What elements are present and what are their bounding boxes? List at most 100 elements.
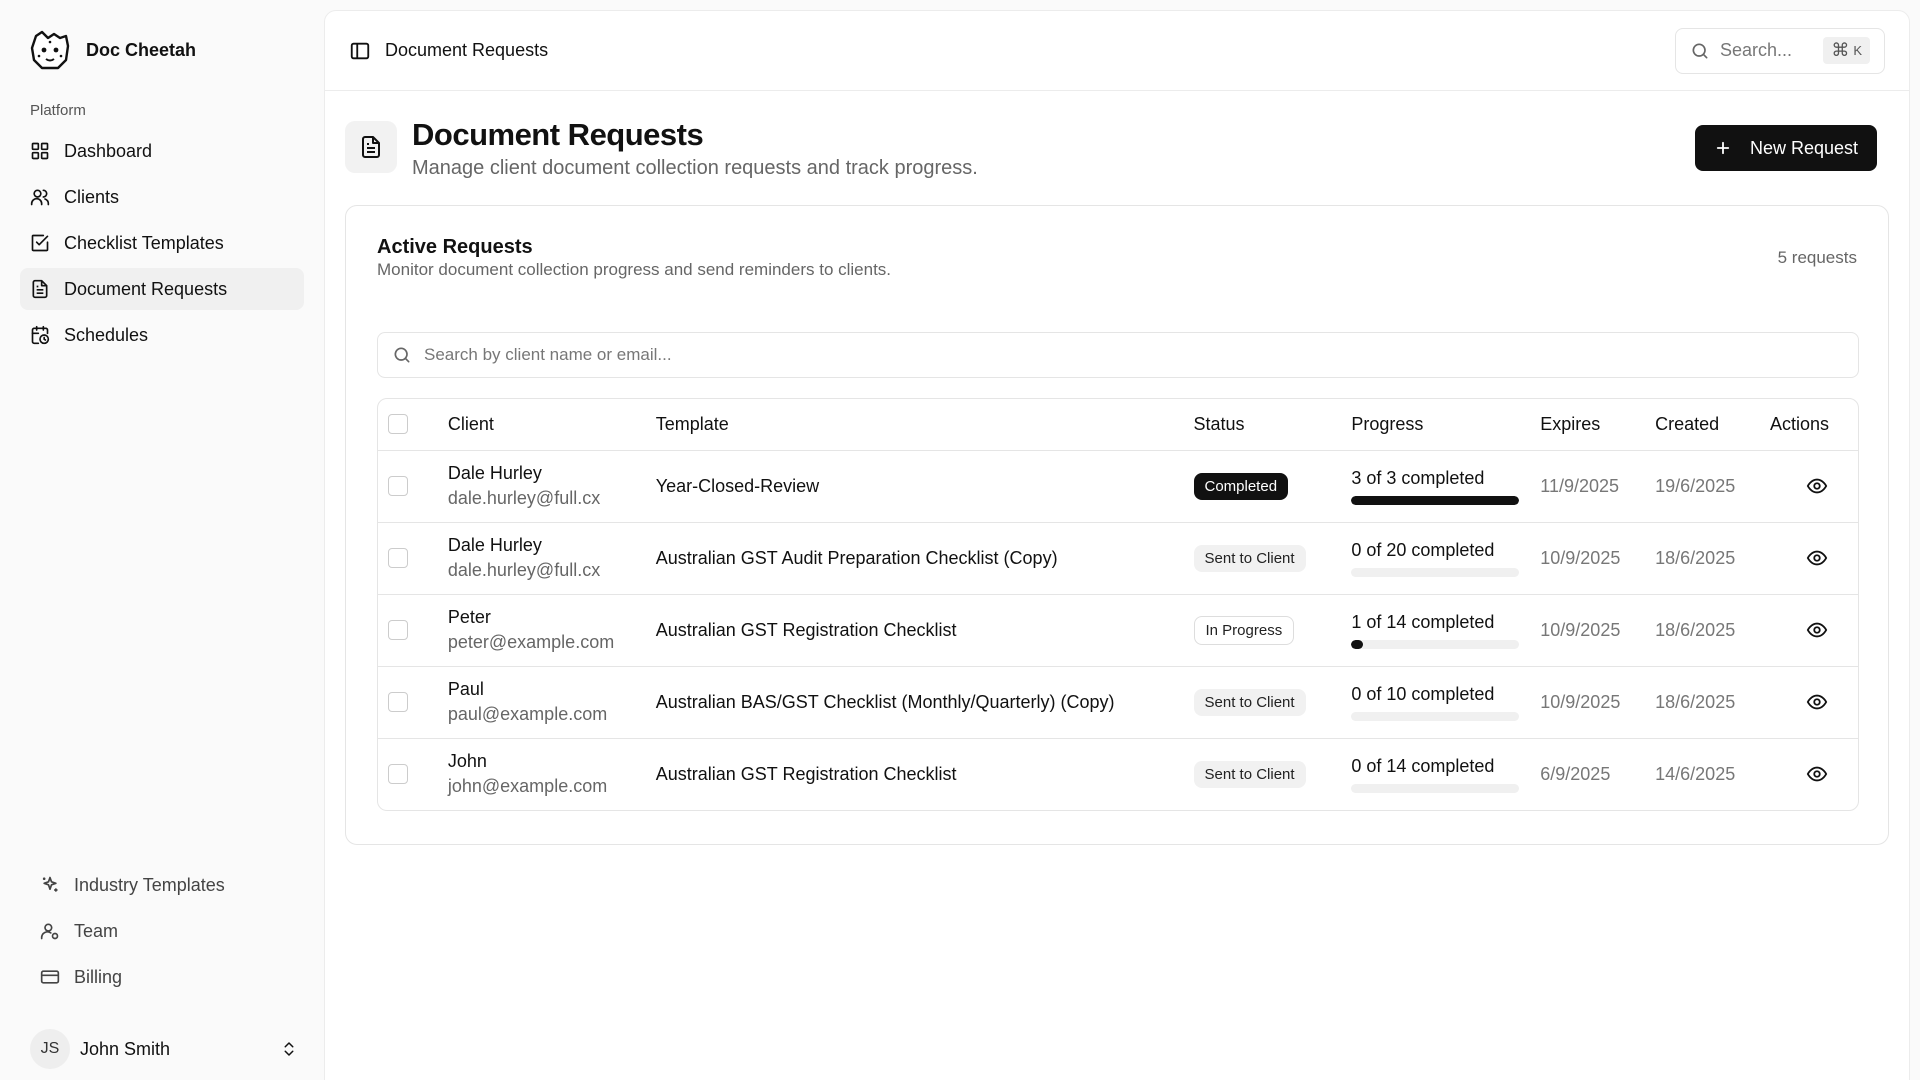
search-placeholder: Search...: [1720, 40, 1793, 60]
file-text-icon: [362, 136, 380, 158]
select-all-checkbox[interactable]: [388, 414, 408, 435]
table-row[interactable]: Peter peter@example.com Australian GST Re…: [378, 594, 1858, 667]
search-icon: [1692, 43, 1708, 59]
table-row[interactable]: Dale Hurley dale.hurley@full.cx Year-Clos…: [378, 450, 1858, 523]
created-date: 14/6/2025: [1655, 763, 1736, 784]
client-email: dale.hurley@full.cx: [447, 488, 601, 508]
progress-bar: [1351, 495, 1520, 505]
sidebar-item-label: Billing: [74, 966, 123, 987]
client-email: dale.hurley@full.cx: [447, 560, 601, 580]
client-name: John: [447, 751, 487, 772]
sidebar-item-label: Team: [74, 920, 119, 941]
created-date: 18/6/2025: [1655, 522, 1771, 595]
view-eye-icon[interactable]: [1806, 619, 1828, 641]
client-search-input[interactable]: [424, 345, 1844, 365]
expires-date: 10/9/2025: [1540, 666, 1656, 739]
client-filter: [377, 332, 1859, 378]
user-name: John Smith: [80, 1038, 171, 1059]
view-eye-icon[interactable]: [1806, 475, 1828, 497]
page-icon: [345, 121, 397, 173]
status-badge: Sent to Client: [1193, 688, 1306, 716]
sidebar-item-schedules[interactable]: Schedules: [20, 314, 304, 356]
status-badge: Sent to Client: [1193, 544, 1306, 572]
progress-bar: [1351, 711, 1520, 721]
template-name: Year-Closed-Review: [655, 450, 1194, 523]
sidebar-item-dashboard[interactable]: Dashboard: [20, 130, 304, 172]
view-eye-icon[interactable]: [1806, 691, 1828, 713]
view-eye-icon[interactable]: [1806, 763, 1828, 785]
view-eye-icon[interactable]: [1806, 547, 1828, 569]
platform-group-label: Platform: [30, 102, 86, 119]
card-title: Active Requests: [377, 236, 533, 258]
progress-text: 1 of 14 completed: [1351, 611, 1495, 632]
sidebar-item-label: Industry Templates: [74, 874, 225, 895]
sidebar-item-checklist-templates[interactable]: Checklist Templates: [20, 222, 304, 264]
search-icon: [394, 347, 410, 363]
sidebar-item-document-requests[interactable]: Document Requests: [20, 268, 304, 310]
header-actions: Actions: [1770, 399, 1858, 451]
sidebar-item-billing[interactable]: Billing: [30, 956, 304, 998]
status-badge: In Progress: [1193, 615, 1295, 645]
client-name: Peter: [447, 607, 491, 627]
sidebar-item-label: Dashboard: [64, 140, 153, 161]
sidebar-item-label: Clients: [64, 186, 120, 207]
request-count: 5 requests: [1777, 248, 1857, 267]
sidebar-item-industry-templates[interactable]: Industry Templates: [30, 864, 304, 906]
user-cog-icon: [40, 923, 59, 940]
progress-text: 0 of 14 completed: [1351, 755, 1495, 776]
progress-bar: [1351, 639, 1520, 649]
plus-icon: [1716, 141, 1730, 155]
user-menu[interactable]: JS John Smith: [30, 1028, 298, 1070]
sidebar-item-clients[interactable]: Clients: [20, 176, 304, 218]
sidebar-toggle-icon[interactable]: [349, 40, 371, 62]
expires-date: 11/9/2025: [1540, 450, 1656, 523]
grid-icon: [31, 142, 49, 160]
created-date: 19/6/2025: [1655, 450, 1771, 523]
header-expires[interactable]: Expires: [1540, 399, 1656, 451]
brand[interactable]: Doc Cheetah: [28, 30, 196, 70]
table-row[interactable]: Paul paul@example.com Australian BAS/GST …: [378, 666, 1858, 739]
chevrons-up-down-icon: [284, 1042, 294, 1056]
progress-fill: [1351, 495, 1520, 505]
header-created[interactable]: Created: [1655, 399, 1771, 451]
active-requests-card: Active Requests Monitor document collect…: [345, 205, 1889, 845]
table-row[interactable]: John john@example.com Australian GST Regi…: [378, 738, 1858, 810]
template-name: Australian BAS/GST Checklist (Monthly/Qu…: [655, 666, 1194, 739]
new-request-button[interactable]: New Request: [1695, 125, 1877, 171]
new-request-label: New Request: [1749, 137, 1859, 158]
cheetah-logo-icon: [30, 30, 70, 70]
header-progress[interactable]: Progress: [1351, 399, 1541, 451]
client-name: Dale Hurley: [447, 463, 542, 483]
sidebar: Doc Cheetah Platform Dashboard Clients C…: [0, 0, 324, 1080]
sidebar-item-label: Checklist Templates: [64, 232, 224, 253]
card-description: Monitor document collection progress and…: [377, 260, 892, 279]
row-checkbox[interactable]: [388, 620, 408, 640]
header-client[interactable]: Client: [447, 399, 656, 451]
command-key: ⌘: [1831, 40, 1850, 60]
avatar: JS: [30, 1029, 70, 1069]
status-badge: Sent to Client: [1193, 760, 1306, 788]
template-name: Australian GST Registration Checklist: [655, 763, 957, 784]
page-title: Document Requests: [412, 117, 704, 152]
users-icon: [30, 189, 50, 206]
table-row[interactable]: Dale Hurley dale.hurley@full.cx Australia…: [378, 522, 1858, 595]
sidebar-item-team[interactable]: Team: [30, 910, 304, 952]
breadcrumb: Document Requests: [385, 40, 549, 60]
row-checkbox[interactable]: [388, 692, 408, 712]
row-checkbox[interactable]: [388, 764, 408, 785]
header-template[interactable]: Template: [655, 399, 1194, 451]
row-checkbox[interactable]: [388, 548, 408, 568]
expires-date: 10/9/2025: [1540, 594, 1656, 667]
page-header: Document Requests Manage client document…: [325, 91, 1909, 205]
global-search[interactable]: Search... ⌘ K: [1675, 27, 1885, 74]
created-date: 18/6/2025: [1655, 594, 1771, 667]
row-checkbox[interactable]: [388, 476, 408, 496]
progress-bar: [1351, 567, 1520, 577]
progress-text: 0 of 20 completed: [1351, 539, 1495, 560]
header-status[interactable]: Status: [1193, 399, 1352, 451]
topbar: Document Requests Search... ⌘ K: [325, 11, 1909, 91]
client-name: Dale Hurley: [447, 535, 542, 555]
progress-bar: [1351, 783, 1520, 793]
calendar-clock-icon: [31, 325, 50, 345]
shortcut-hint: ⌘ K: [1823, 37, 1870, 64]
